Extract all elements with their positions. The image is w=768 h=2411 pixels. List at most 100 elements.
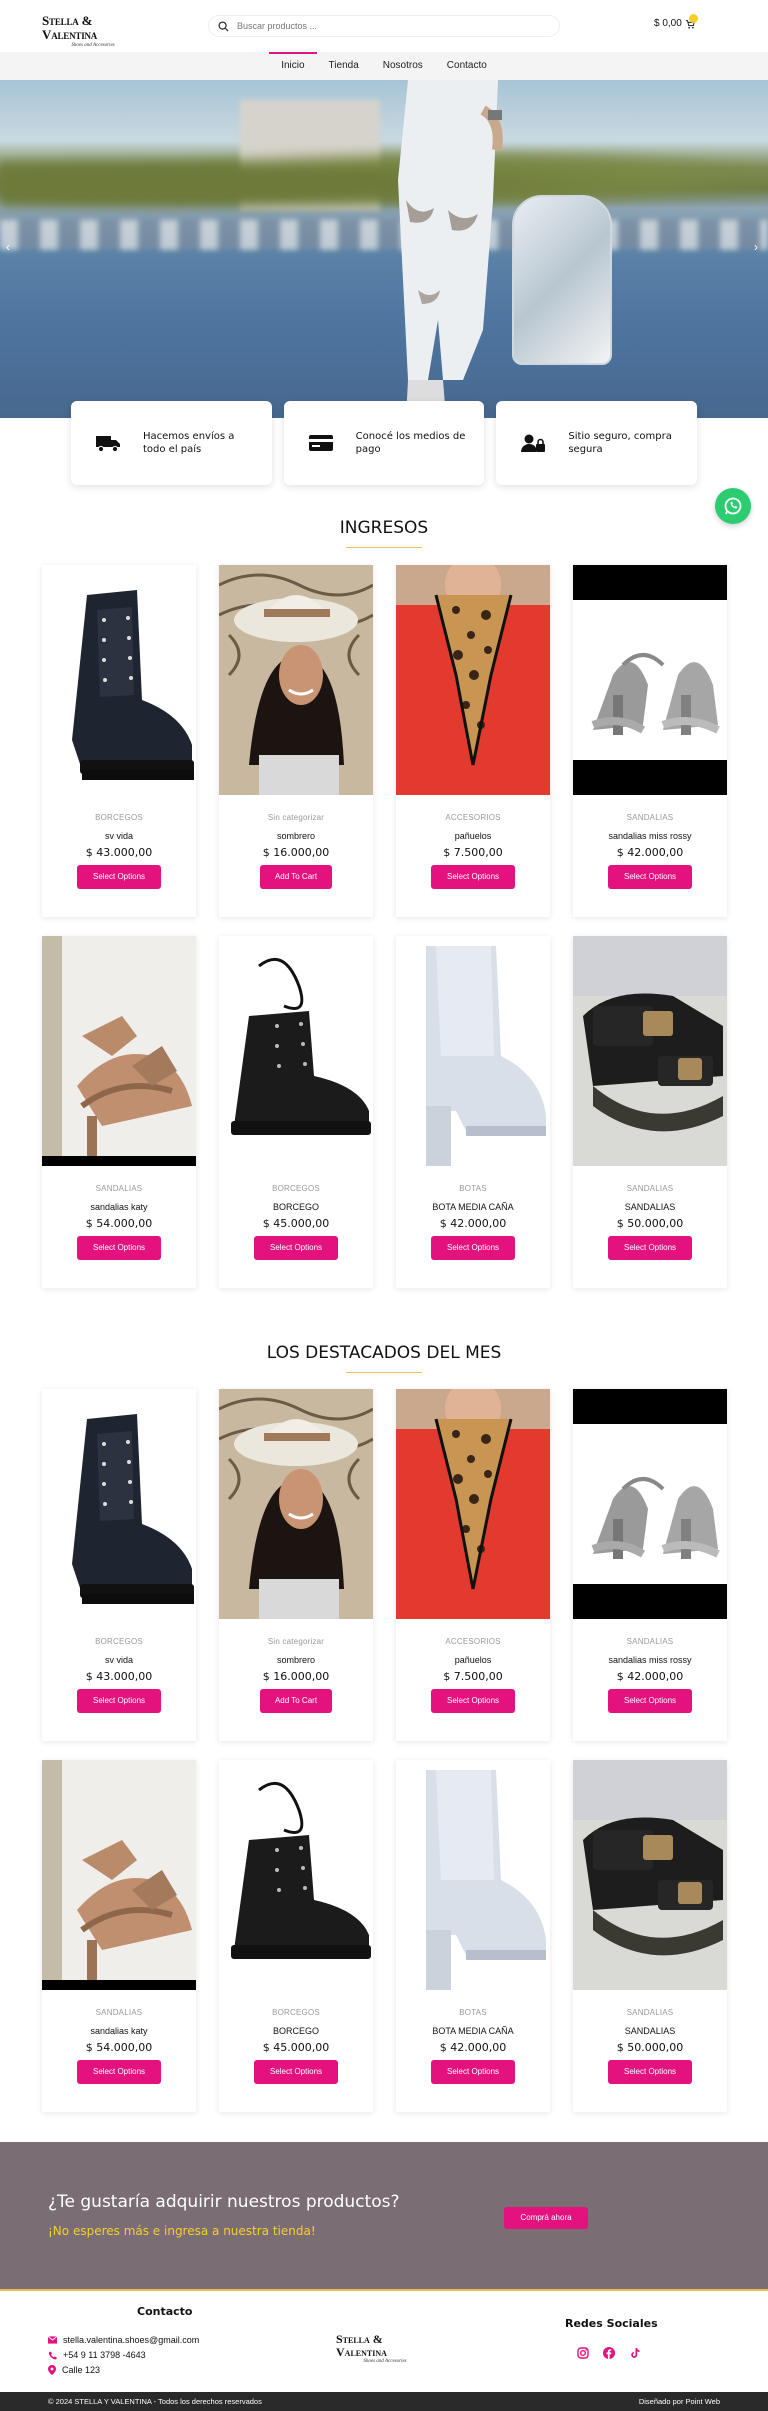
product-image[interactable] bbox=[396, 565, 550, 795]
select-options-button[interactable]: Select Options bbox=[431, 1689, 515, 1713]
product-price: $ 45.000,00 bbox=[262, 1217, 330, 1230]
instagram-icon[interactable] bbox=[577, 2347, 589, 2359]
footer-logo[interactable]: Stella & Valentina Shoes and Accesories bbox=[336, 2333, 434, 2365]
product-image[interactable] bbox=[42, 1389, 196, 1619]
product-name[interactable]: pañuelos bbox=[396, 831, 550, 841]
product-category[interactable]: Sin categorizar bbox=[219, 1637, 373, 1646]
cart-button[interactable]: $ 0,00 bbox=[654, 14, 698, 29]
product-category[interactable]: ACCESORIOS bbox=[396, 1637, 550, 1646]
product-card[interactable]: BOTAS BOTA MEDIA CAÑA $ 42.000,00 Select Op… bbox=[396, 936, 550, 1288]
product-category[interactable]: BORCEGOS bbox=[42, 813, 196, 822]
tiktok-icon[interactable] bbox=[629, 2347, 641, 2359]
select-options-button[interactable]: Select Options bbox=[608, 2060, 692, 2084]
select-options-button[interactable]: Select Options bbox=[431, 2060, 515, 2084]
select-options-button[interactable]: Select Options bbox=[608, 1236, 692, 1260]
product-card[interactable]: SANDALIAS SANDALIAS $ 50.000,00 Select Opti… bbox=[573, 1760, 727, 2112]
product-card[interactable]: SANDALIAS sandalias katy $ 54.000,00 Select… bbox=[42, 1760, 196, 2112]
product-image[interactable] bbox=[42, 565, 196, 795]
product-image[interactable] bbox=[42, 936, 196, 1166]
product-name[interactable]: sv vida bbox=[42, 831, 196, 841]
footer-phone-row[interactable]: +54 9 11 3798 -4643 bbox=[48, 2350, 146, 2360]
product-name[interactable]: BORCEGO bbox=[219, 2026, 373, 2036]
cta-buy-now-button[interactable]: Comprá ahora bbox=[504, 2207, 588, 2229]
product-category[interactable]: SANDALIAS bbox=[573, 2008, 727, 2017]
site-logo[interactable]: Stella & Valentina Shoes and Accesories bbox=[42, 14, 144, 49]
product-name[interactable]: sandalias katy bbox=[42, 2026, 196, 2036]
product-name[interactable]: sandalias katy bbox=[42, 1202, 196, 1212]
product-category[interactable]: ACCESORIOS bbox=[396, 813, 550, 822]
product-name[interactable]: pañuelos bbox=[396, 1655, 550, 1665]
product-name[interactable]: BOTA MEDIA CAÑA bbox=[396, 2026, 550, 2036]
product-name[interactable]: sandalias miss rossy bbox=[573, 831, 727, 841]
nav-item-tienda[interactable]: Tienda bbox=[317, 52, 371, 80]
product-card[interactable]: SANDALIAS sandalias miss rossy $ 42.000,00… bbox=[573, 1389, 727, 1741]
select-options-button[interactable]: Select Options bbox=[254, 1236, 338, 1260]
add-to-cart-button[interactable]: Add To Cart bbox=[260, 865, 332, 889]
product-card[interactable]: BORCEGOS sv vida $ 43.000,00 Select Options bbox=[42, 1389, 196, 1741]
product-card[interactable]: SANDALIAS sandalias katy $ 54.000,00 Select… bbox=[42, 936, 196, 1288]
product-image[interactable] bbox=[573, 1389, 727, 1619]
product-image[interactable] bbox=[219, 565, 373, 795]
product-category[interactable]: BORCEGOS bbox=[219, 1184, 373, 1193]
facebook-icon[interactable] bbox=[603, 2347, 615, 2359]
product-card[interactable]: BORCEGOS BORCEGO $ 45.000,00 Select Options bbox=[219, 936, 373, 1288]
product-image[interactable] bbox=[573, 1760, 727, 1990]
product-card[interactable]: ACCESORIOS pañuelos $ 7.500,00 Select Optio… bbox=[396, 565, 550, 917]
product-category[interactable]: BORCEGOS bbox=[219, 2008, 373, 2017]
product-image[interactable] bbox=[573, 936, 727, 1166]
product-name[interactable]: sv vida bbox=[42, 1655, 196, 1665]
search-box[interactable] bbox=[208, 15, 560, 37]
product-image[interactable] bbox=[396, 936, 550, 1166]
add-to-cart-button[interactable]: Add To Cart bbox=[260, 1689, 332, 1713]
nav-item-inicio[interactable]: Inicio bbox=[269, 52, 317, 80]
select-options-button[interactable]: Select Options bbox=[77, 865, 161, 889]
select-options-button[interactable]: Select Options bbox=[608, 865, 692, 889]
product-card[interactable]: SANDALIAS SANDALIAS $ 50.000,00 Select Opti… bbox=[573, 936, 727, 1288]
select-options-button[interactable]: Select Options bbox=[77, 1236, 161, 1260]
product-name[interactable]: SANDALIAS bbox=[573, 2026, 727, 2036]
hero-prev-arrow-icon[interactable]: ‹ bbox=[6, 240, 10, 254]
select-options-button[interactable]: Select Options bbox=[77, 2060, 161, 2084]
select-options-button[interactable]: Select Options bbox=[77, 1689, 161, 1713]
product-category[interactable]: Sin categorizar bbox=[219, 813, 373, 822]
product-card[interactable]: Sin categorizar sombrero $ 16.000,00 Add To… bbox=[219, 565, 373, 917]
product-name[interactable]: SANDALIAS bbox=[573, 1202, 727, 1212]
select-options-button[interactable]: Select Options bbox=[431, 1236, 515, 1260]
product-category[interactable]: SANDALIAS bbox=[42, 1184, 196, 1193]
product-image[interactable] bbox=[396, 1389, 550, 1619]
product-category[interactable]: SANDALIAS bbox=[573, 1637, 727, 1646]
product-image[interactable] bbox=[219, 1760, 373, 1990]
select-options-button[interactable]: Select Options bbox=[431, 865, 515, 889]
product-category[interactable]: SANDALIAS bbox=[573, 813, 727, 822]
product-image[interactable] bbox=[573, 565, 727, 795]
product-card[interactable]: BORCEGOS BORCEGO $ 45.000,00 Select Options bbox=[219, 1760, 373, 2112]
product-name[interactable]: sandalias miss rossy bbox=[573, 1655, 727, 1665]
product-card[interactable]: BOTAS BOTA MEDIA CAÑA $ 42.000,00 Select Op… bbox=[396, 1760, 550, 2112]
footer-email-row[interactable]: stella.valentina.shoes@gmail.com bbox=[48, 2335, 199, 2345]
search-input[interactable] bbox=[237, 21, 537, 31]
product-name[interactable]: BOTA MEDIA CAÑA bbox=[396, 1202, 550, 1212]
product-card[interactable]: SANDALIAS sandalias miss rossy $ 42.000,00… bbox=[573, 565, 727, 917]
product-name[interactable]: sombrero bbox=[219, 1655, 373, 1665]
product-image[interactable] bbox=[42, 1760, 196, 1990]
designer-credit[interactable]: Diseñado por Point Web bbox=[639, 2397, 720, 2406]
product-category[interactable]: BORCEGOS bbox=[42, 1637, 196, 1646]
product-name[interactable]: BORCEGO bbox=[219, 1202, 373, 1212]
product-category[interactable]: BOTAS bbox=[396, 1184, 550, 1193]
product-name[interactable]: sombrero bbox=[219, 831, 373, 841]
product-category[interactable]: BOTAS bbox=[396, 2008, 550, 2017]
product-card[interactable]: BORCEGOS sv vida $ 43.000,00 Select Options bbox=[42, 565, 196, 917]
nav-item-contacto[interactable]: Contacto bbox=[435, 52, 499, 80]
product-image[interactable] bbox=[219, 1389, 373, 1619]
product-image[interactable] bbox=[219, 936, 373, 1166]
product-image[interactable] bbox=[396, 1760, 550, 1990]
product-card[interactable]: ACCESORIOS pañuelos $ 7.500,00 Select Optio… bbox=[396, 1389, 550, 1741]
product-card[interactable]: Sin categorizar sombrero $ 16.000,00 Add To… bbox=[219, 1389, 373, 1741]
select-options-button[interactable]: Select Options bbox=[608, 1689, 692, 1713]
nav-item-nosotros[interactable]: Nosotros bbox=[371, 52, 435, 80]
product-price: $ 43.000,00 bbox=[85, 1670, 153, 1683]
hero-next-arrow-icon[interactable]: › bbox=[754, 240, 758, 254]
product-category[interactable]: SANDALIAS bbox=[42, 2008, 196, 2017]
select-options-button[interactable]: Select Options bbox=[254, 2060, 338, 2084]
product-category[interactable]: SANDALIAS bbox=[573, 1184, 727, 1193]
